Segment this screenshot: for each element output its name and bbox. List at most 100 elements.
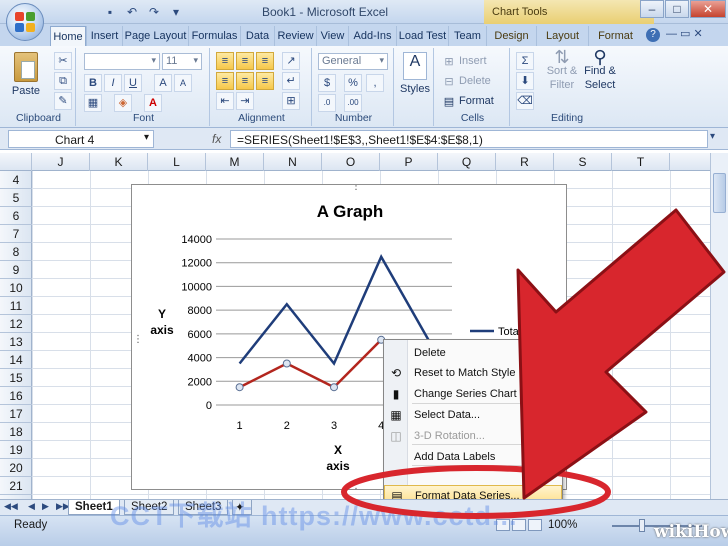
percent-icon[interactable]: %: [344, 74, 362, 92]
formula-input[interactable]: =SERIES(Sheet1!$E$3,,Sheet1!$E$4:$E$8,1): [230, 130, 708, 148]
row-header-17[interactable]: 17: [0, 405, 32, 423]
column-header-l[interactable]: L: [148, 153, 206, 171]
format-cells-button[interactable]: ▤ Format: [442, 94, 494, 108]
zoom-level[interactable]: 100%: [548, 519, 577, 531]
first-sheet-icon[interactable]: ◀◀: [4, 501, 18, 512]
scroll-thumb[interactable]: [713, 173, 726, 213]
tab-format[interactable]: Format: [588, 26, 642, 46]
font-size-combo[interactable]: 11: [162, 53, 202, 70]
menu-item-reset-to-match-style[interactable]: ⟲ Reset to Match Style: [384, 363, 562, 383]
menu-item-select-data[interactable]: ▦ Select Data...: [384, 405, 562, 425]
cut-icon[interactable]: ✂: [54, 52, 72, 70]
tab-team[interactable]: Team: [448, 26, 486, 46]
tab-design[interactable]: Design: [486, 26, 536, 46]
align-bottom-icon[interactable]: ≡: [256, 52, 274, 70]
insert-function-icon[interactable]: fx: [212, 132, 221, 146]
row-header-5[interactable]: 5: [0, 189, 32, 207]
office-button[interactable]: [6, 3, 44, 41]
row-header-4[interactable]: 4: [0, 171, 32, 189]
tab-add-ins[interactable]: Add-Ins: [348, 26, 396, 46]
row-header-11[interactable]: 11: [0, 297, 32, 315]
tab-formulas[interactable]: Formulas: [188, 26, 240, 46]
row-header-14[interactable]: 14: [0, 351, 32, 369]
minimize-button[interactable]: –: [640, 0, 664, 18]
menu-item-change-series-chart-type[interactable]: ▮ Change Series Chart Type...: [384, 384, 562, 404]
tab-view[interactable]: View: [316, 26, 348, 46]
page-break-view-icon[interactable]: [528, 519, 542, 531]
close-button[interactable]: ✕: [690, 0, 726, 18]
align-middle-icon[interactable]: ≡: [236, 52, 254, 70]
menu-item-add-data-labels[interactable]: Add Data Labels: [384, 447, 562, 467]
copy-icon[interactable]: ⧉: [54, 72, 72, 90]
row-header-10[interactable]: 10: [0, 279, 32, 297]
tab-home[interactable]: Home: [50, 26, 86, 46]
row-header-21[interactable]: 21: [0, 477, 32, 495]
merge-center-icon[interactable]: ⊞: [282, 92, 300, 110]
column-header-n[interactable]: N: [264, 153, 322, 171]
find-select-button[interactable]: ⚲ Find & Select: [582, 48, 618, 91]
fill-color-icon[interactable]: ◈: [114, 94, 132, 112]
align-top-icon[interactable]: ≡: [216, 52, 234, 70]
row-header-12[interactable]: 12: [0, 315, 32, 333]
help-icon[interactable]: ?: [646, 28, 660, 42]
shrink-font-icon[interactable]: A: [174, 74, 192, 92]
customize-qat-icon[interactable]: ▾: [168, 4, 184, 20]
font-name-combo[interactable]: [84, 53, 160, 70]
column-header-t[interactable]: T: [612, 153, 670, 171]
redo-icon[interactable]: ↷: [146, 4, 162, 20]
ribbon-minimize-icon[interactable]: — ▭ ✕: [666, 27, 703, 40]
font-color-icon[interactable]: A: [144, 94, 162, 112]
column-header-m[interactable]: M: [206, 153, 264, 171]
delete-cells-button[interactable]: ⊟ Delete: [442, 74, 490, 88]
column-header-j[interactable]: J: [32, 153, 90, 171]
column-header-r[interactable]: R: [496, 153, 554, 171]
menu-item-delete[interactable]: Delete: [384, 343, 562, 363]
comma-icon[interactable]: ,: [366, 74, 384, 92]
undo-icon[interactable]: ↶: [124, 4, 140, 20]
next-sheet-icon[interactable]: ▶: [42, 501, 49, 512]
row-header-7[interactable]: 7: [0, 225, 32, 243]
autosum-icon[interactable]: Σ: [516, 52, 534, 70]
prev-sheet-icon[interactable]: ◀: [28, 501, 35, 512]
row-header-15[interactable]: 15: [0, 369, 32, 387]
wrap-text-icon[interactable]: ↵: [282, 72, 300, 90]
row-header-9[interactable]: 9: [0, 261, 32, 279]
orientation-icon[interactable]: ↗: [282, 52, 300, 70]
maximize-button[interactable]: □: [665, 0, 689, 18]
column-header-o[interactable]: O: [322, 153, 380, 171]
select-all-corner[interactable]: [0, 153, 32, 171]
zoom-slider-thumb[interactable]: [639, 519, 645, 532]
paste-button[interactable]: Paste: [10, 52, 42, 97]
row-header-20[interactable]: 20: [0, 459, 32, 477]
vertical-scrollbar[interactable]: [710, 153, 728, 499]
tab-insert[interactable]: Insert: [86, 26, 122, 46]
row-header-19[interactable]: 19: [0, 441, 32, 459]
underline-icon[interactable]: U: [124, 74, 142, 92]
expand-formula-icon[interactable]: ▾: [710, 131, 715, 142]
styles-button[interactable]: A Styles: [398, 52, 432, 95]
borders-icon[interactable]: ▦: [84, 94, 102, 112]
align-left-icon[interactable]: ≡: [216, 72, 234, 90]
tab-data[interactable]: Data: [240, 26, 274, 46]
row-header-6[interactable]: 6: [0, 207, 32, 225]
row-header-18[interactable]: 18: [0, 423, 32, 441]
increase-indent-icon[interactable]: ⇥: [236, 92, 254, 110]
fill-icon[interactable]: ⬇: [516, 72, 534, 90]
save-icon[interactable]: ▪: [102, 4, 118, 20]
column-header-p[interactable]: P: [380, 153, 438, 171]
decrease-decimal-icon[interactable]: .00: [344, 94, 362, 112]
sort-filter-button[interactable]: ⇅ Sort & Filter: [544, 48, 580, 91]
tab-layout[interactable]: Layout: [536, 26, 588, 46]
decrease-indent-icon[interactable]: ⇤: [216, 92, 234, 110]
row-header-16[interactable]: 16: [0, 387, 32, 405]
currency-icon[interactable]: $: [318, 74, 336, 92]
column-header-k[interactable]: K: [90, 153, 148, 171]
number-format-combo[interactable]: General: [318, 53, 388, 70]
column-header-q[interactable]: Q: [438, 153, 496, 171]
tab-review[interactable]: Review: [274, 26, 316, 46]
align-center-icon[interactable]: ≡: [236, 72, 254, 90]
column-header-s[interactable]: S: [554, 153, 612, 171]
align-right-icon[interactable]: ≡: [256, 72, 274, 90]
tab-load-test[interactable]: Load Test: [396, 26, 448, 46]
grow-font-icon[interactable]: A: [154, 74, 172, 92]
